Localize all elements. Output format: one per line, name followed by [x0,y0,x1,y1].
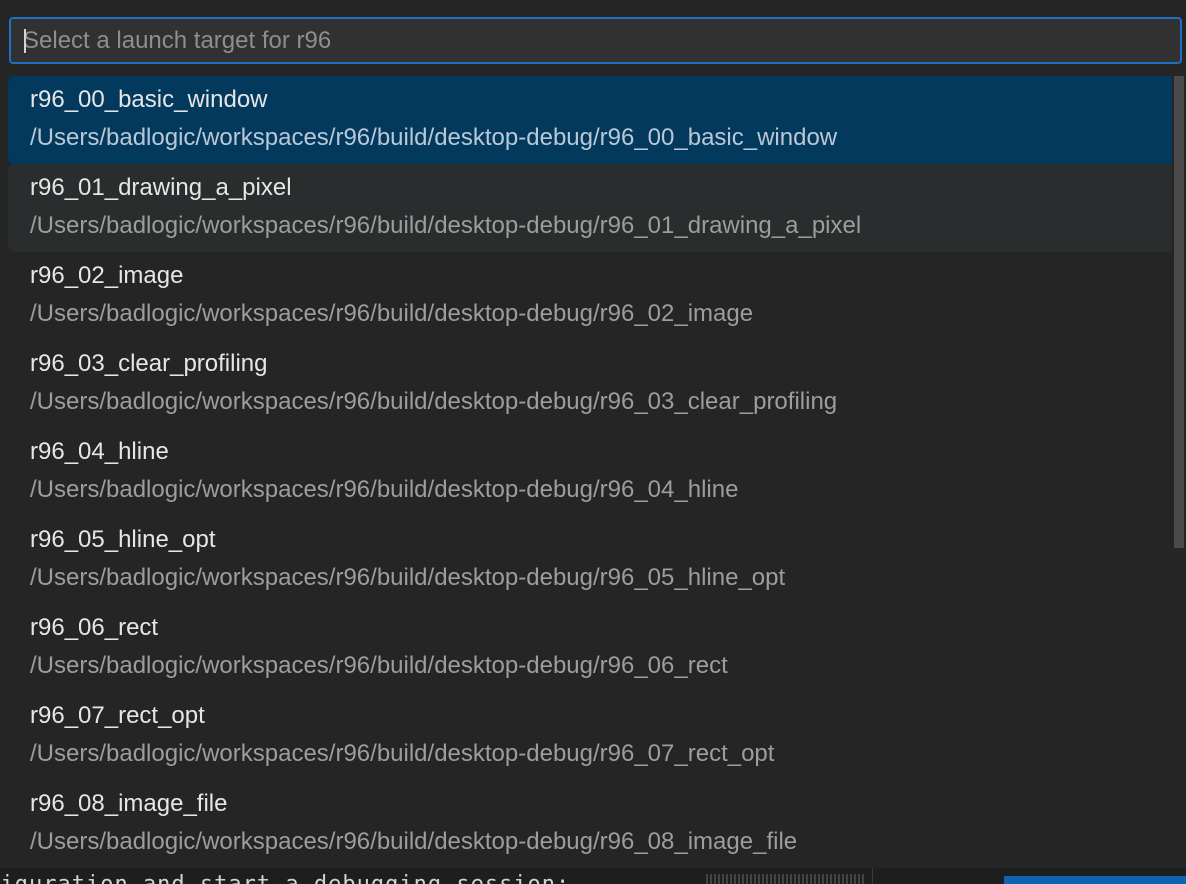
launch-target-item[interactable]: r96_00_basic_window /Users/badlogic/work… [8,76,1172,164]
launch-target-item[interactable]: r96_06_rect /Users/badlogic/workspaces/r… [8,604,1172,692]
launch-target-label: r96_08_image_file [30,790,228,817]
quick-pick-widget: r96_00_basic_window /Users/badlogic/work… [0,0,1186,868]
launch-target-item[interactable]: r96_07_rect_opt /Users/badlogic/workspac… [8,692,1172,780]
editor-text-line: nfiguration and start a debugging sessio… [0,872,570,884]
launch-target-label: r96_07_rect_opt [30,702,205,729]
launch-target-label: r96_06_rect [30,614,159,641]
launch-target-path: /Users/badlogic/workspaces/r96/build/des… [30,300,754,327]
editor-background: nfiguration and start a debugging sessio… [0,868,1186,884]
launch-target-item[interactable]: r96_03_clear_profiling /Users/badlogic/w… [8,340,1172,428]
launch-target-list: r96_00_basic_window /Users/badlogic/work… [8,76,1172,868]
launch-target-path: /Users/badlogic/workspaces/r96/build/des… [30,652,728,679]
launch-target-label: r96_03_clear_profiling [30,350,268,377]
launch-target-label: r96_04_hline [30,438,169,465]
text-caret [24,29,26,53]
launch-target-path: /Users/badlogic/workspaces/r96/build/des… [30,212,862,239]
launch-target-item[interactable]: r96_01_drawing_a_pixel /Users/badlogic/w… [8,164,1172,252]
launch-target-label: r96_05_hline_opt [30,526,216,553]
launch-target-input-box[interactable] [9,17,1182,64]
launch-target-item[interactable]: r96_05_hline_opt /Users/badlogic/workspa… [8,516,1172,604]
launch-target-label: r96_02_image [30,262,184,289]
pane-divider [872,868,873,884]
launch-target-path: /Users/badlogic/workspaces/r96/build/des… [30,828,798,855]
minimap[interactable] [706,874,866,884]
list-scrollbar[interactable] [1174,76,1184,548]
launch-target-path: /Users/badlogic/workspaces/r96/build/des… [30,124,838,151]
launch-target-item[interactable]: r96_02_image /Users/badlogic/workspaces/… [8,252,1172,340]
launch-target-label: r96_01_drawing_a_pixel [30,174,292,201]
launch-target-item[interactable]: r96_04_hline /Users/badlogic/workspaces/… [8,428,1172,516]
launch-target-path: /Users/badlogic/workspaces/r96/build/des… [30,476,739,503]
launch-target-path: /Users/badlogic/workspaces/r96/build/des… [30,388,838,415]
launch-target-input[interactable] [23,19,1163,62]
status-bar-accent [1004,876,1186,884]
launch-target-item[interactable]: r96_08_image_file /Users/badlogic/worksp… [8,780,1172,868]
launch-target-path: /Users/badlogic/workspaces/r96/build/des… [30,564,786,591]
launch-target-path: /Users/badlogic/workspaces/r96/build/des… [30,740,775,767]
launch-target-label: r96_00_basic_window [30,86,268,113]
